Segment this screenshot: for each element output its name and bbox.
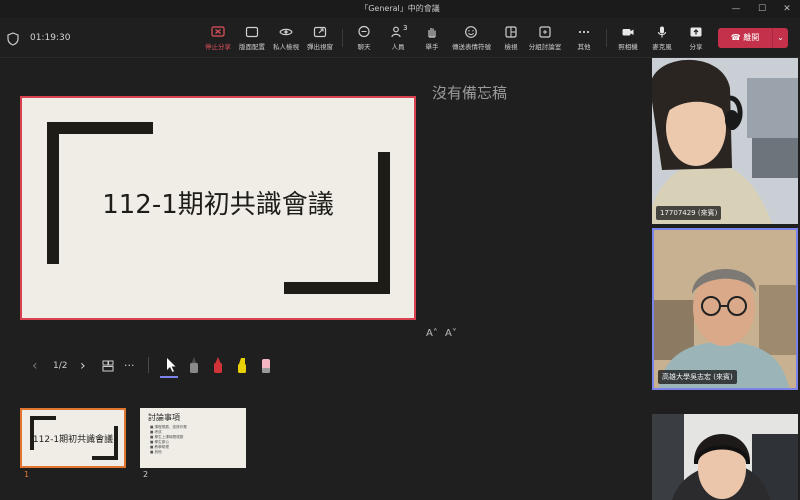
breakout-rooms-label: 分組討論室 (528, 43, 562, 51)
maximize-button[interactable]: ☐ (752, 2, 772, 16)
slide-bracket-bottom-right (378, 152, 390, 294)
layout-label: 版面配置 (239, 43, 265, 51)
chat-label: 聊天 (357, 43, 371, 51)
slide-thumbnail-1[interactable]: 112-1期初共識會議 (20, 408, 126, 468)
more-button[interactable]: 其他 (565, 22, 603, 54)
window-title: 「General」中的會議 (360, 4, 440, 13)
participant-video-1[interactable]: 17707429 (來賓) (652, 58, 798, 224)
chat-icon (358, 25, 370, 38)
share-button[interactable]: 分享 (677, 22, 715, 54)
speaker-notes-empty: 沒有備忘稿 (432, 84, 508, 102)
leave-label: 離開 (743, 33, 760, 42)
thumb-number: 2 (143, 470, 149, 479)
increase-font-button[interactable]: A˄ (426, 328, 438, 339)
more-icon (578, 30, 590, 34)
private-view-button[interactable]: 私人檢視 (267, 22, 305, 54)
chat-button[interactable]: 聊天 (345, 22, 383, 54)
eraser-tool-icon[interactable] (257, 354, 275, 376)
thumb-title: 112-1期初共識會議 (32, 435, 114, 445)
stop-share-label: 停止分享 (205, 43, 231, 51)
more-label: 其他 (577, 43, 591, 51)
hand-icon (428, 28, 436, 38)
thumb-number: 1 (24, 470, 30, 479)
toolbar-divider (606, 29, 607, 47)
meeting-timer: 01:19:30 (30, 33, 71, 43)
private-view-label: 私人檢視 (273, 43, 299, 51)
slide-page-indicator: 1/2 (53, 361, 68, 371)
view-icon (505, 26, 517, 38)
stop-share-icon (211, 26, 225, 37)
current-slide: 112-1期初共識會議 (20, 96, 416, 320)
window-titlebar: 「General」中的會議 — ☐ ✕ (0, 0, 800, 18)
close-window-button[interactable]: ✕ (777, 2, 797, 16)
people-button[interactable]: 3 人員 (379, 22, 417, 54)
emoji-icon (465, 26, 477, 38)
slide-title: 112-1期初共識會議 (102, 190, 334, 220)
popout-icon (313, 26, 327, 38)
microphone-icon (657, 26, 667, 38)
camera-label: 照相機 (618, 43, 638, 51)
breakout-rooms-button[interactable]: 分組討論室 (526, 22, 564, 54)
view-label: 檢視 (504, 43, 518, 51)
previous-slide-button[interactable]: ‹ (32, 358, 38, 374)
minimize-button[interactable]: — (726, 2, 746, 16)
leave-options-dropdown[interactable]: ⌄ (772, 28, 788, 48)
slide-grid-icon[interactable] (102, 360, 114, 372)
share-icon (690, 27, 702, 37)
people-label: 人員 (391, 43, 405, 51)
raise-hand-label: 舉手 (425, 43, 439, 51)
pointer-tool-icon[interactable] (162, 354, 180, 376)
red-pen-tool-icon[interactable] (209, 354, 227, 376)
toolbar-divider (342, 29, 343, 47)
control-divider (148, 357, 149, 373)
view-button[interactable]: 檢視 (492, 22, 530, 54)
share-label: 分享 (689, 43, 703, 51)
react-button[interactable]: 傳送表情符號 (452, 22, 491, 54)
phone-hangup-icon: ☎ (730, 33, 741, 42)
active-tool-indicator (160, 376, 178, 378)
layout-icon (245, 26, 259, 38)
decrease-font-button[interactable]: A˅ (445, 328, 457, 339)
eye-icon (279, 28, 293, 36)
camera-button[interactable]: 照相機 (609, 22, 647, 54)
next-slide-button[interactable]: › (80, 358, 86, 374)
popout-button[interactable]: 彈出視窗 (301, 22, 339, 54)
shield-icon (7, 32, 19, 46)
mic-label: 麥克風 (652, 43, 672, 51)
thumb-title: 討論事項 (148, 413, 180, 422)
stop-share-button[interactable]: 停止分享 (199, 22, 237, 54)
raise-hand-button[interactable]: 舉手 (413, 22, 451, 54)
participant-video-image (654, 230, 796, 388)
pen-tool-icon[interactable] (185, 354, 203, 376)
breakout-rooms-icon (539, 26, 551, 38)
mic-button[interactable]: 麥克風 (643, 22, 681, 54)
slide-more-options[interactable]: ··· (124, 358, 135, 374)
participant-video-image (652, 58, 798, 224)
meeting-toolbar: 01:19:30 停止分享 版面配置 私人檢視 彈出視窗 聊天 3 人員 舉手 … (0, 18, 800, 58)
participant-name: 17707429 (來賓) (656, 206, 722, 220)
presentation-stage: 112-1期初共識會議 沒有備忘稿 A˄ A˅ ‹ 1/2 › ··· 112-… (0, 58, 648, 500)
participant-name: 高雄大學吳志宏 (來賓) (658, 370, 737, 384)
react-label: 傳送表情符號 (452, 43, 491, 51)
highlighter-tool-icon[interactable] (233, 354, 251, 376)
popout-label: 彈出視窗 (307, 43, 333, 51)
people-count: 3 (403, 24, 408, 32)
participant-video-2[interactable]: 高雄大學吳志宏 (來賓) (652, 228, 798, 390)
slide-bracket-bottom-right (284, 282, 390, 294)
leave-button[interactable]: ☎ 離開 (718, 28, 772, 48)
participant-video-3[interactable] (652, 414, 798, 500)
layout-button[interactable]: 版面配置 (233, 22, 271, 54)
participant-video-image (652, 414, 798, 500)
thumb-bullet: ■ 其他 (150, 450, 162, 454)
slide-thumbnail-2[interactable]: 討論事項 ■ 課程規劃、檢核作業 ■ 考試 ■ 學生上課時間規劃 ■ 學生辦公 … (140, 408, 246, 468)
camera-icon (622, 29, 634, 36)
slide-bracket-top-left (47, 122, 153, 134)
